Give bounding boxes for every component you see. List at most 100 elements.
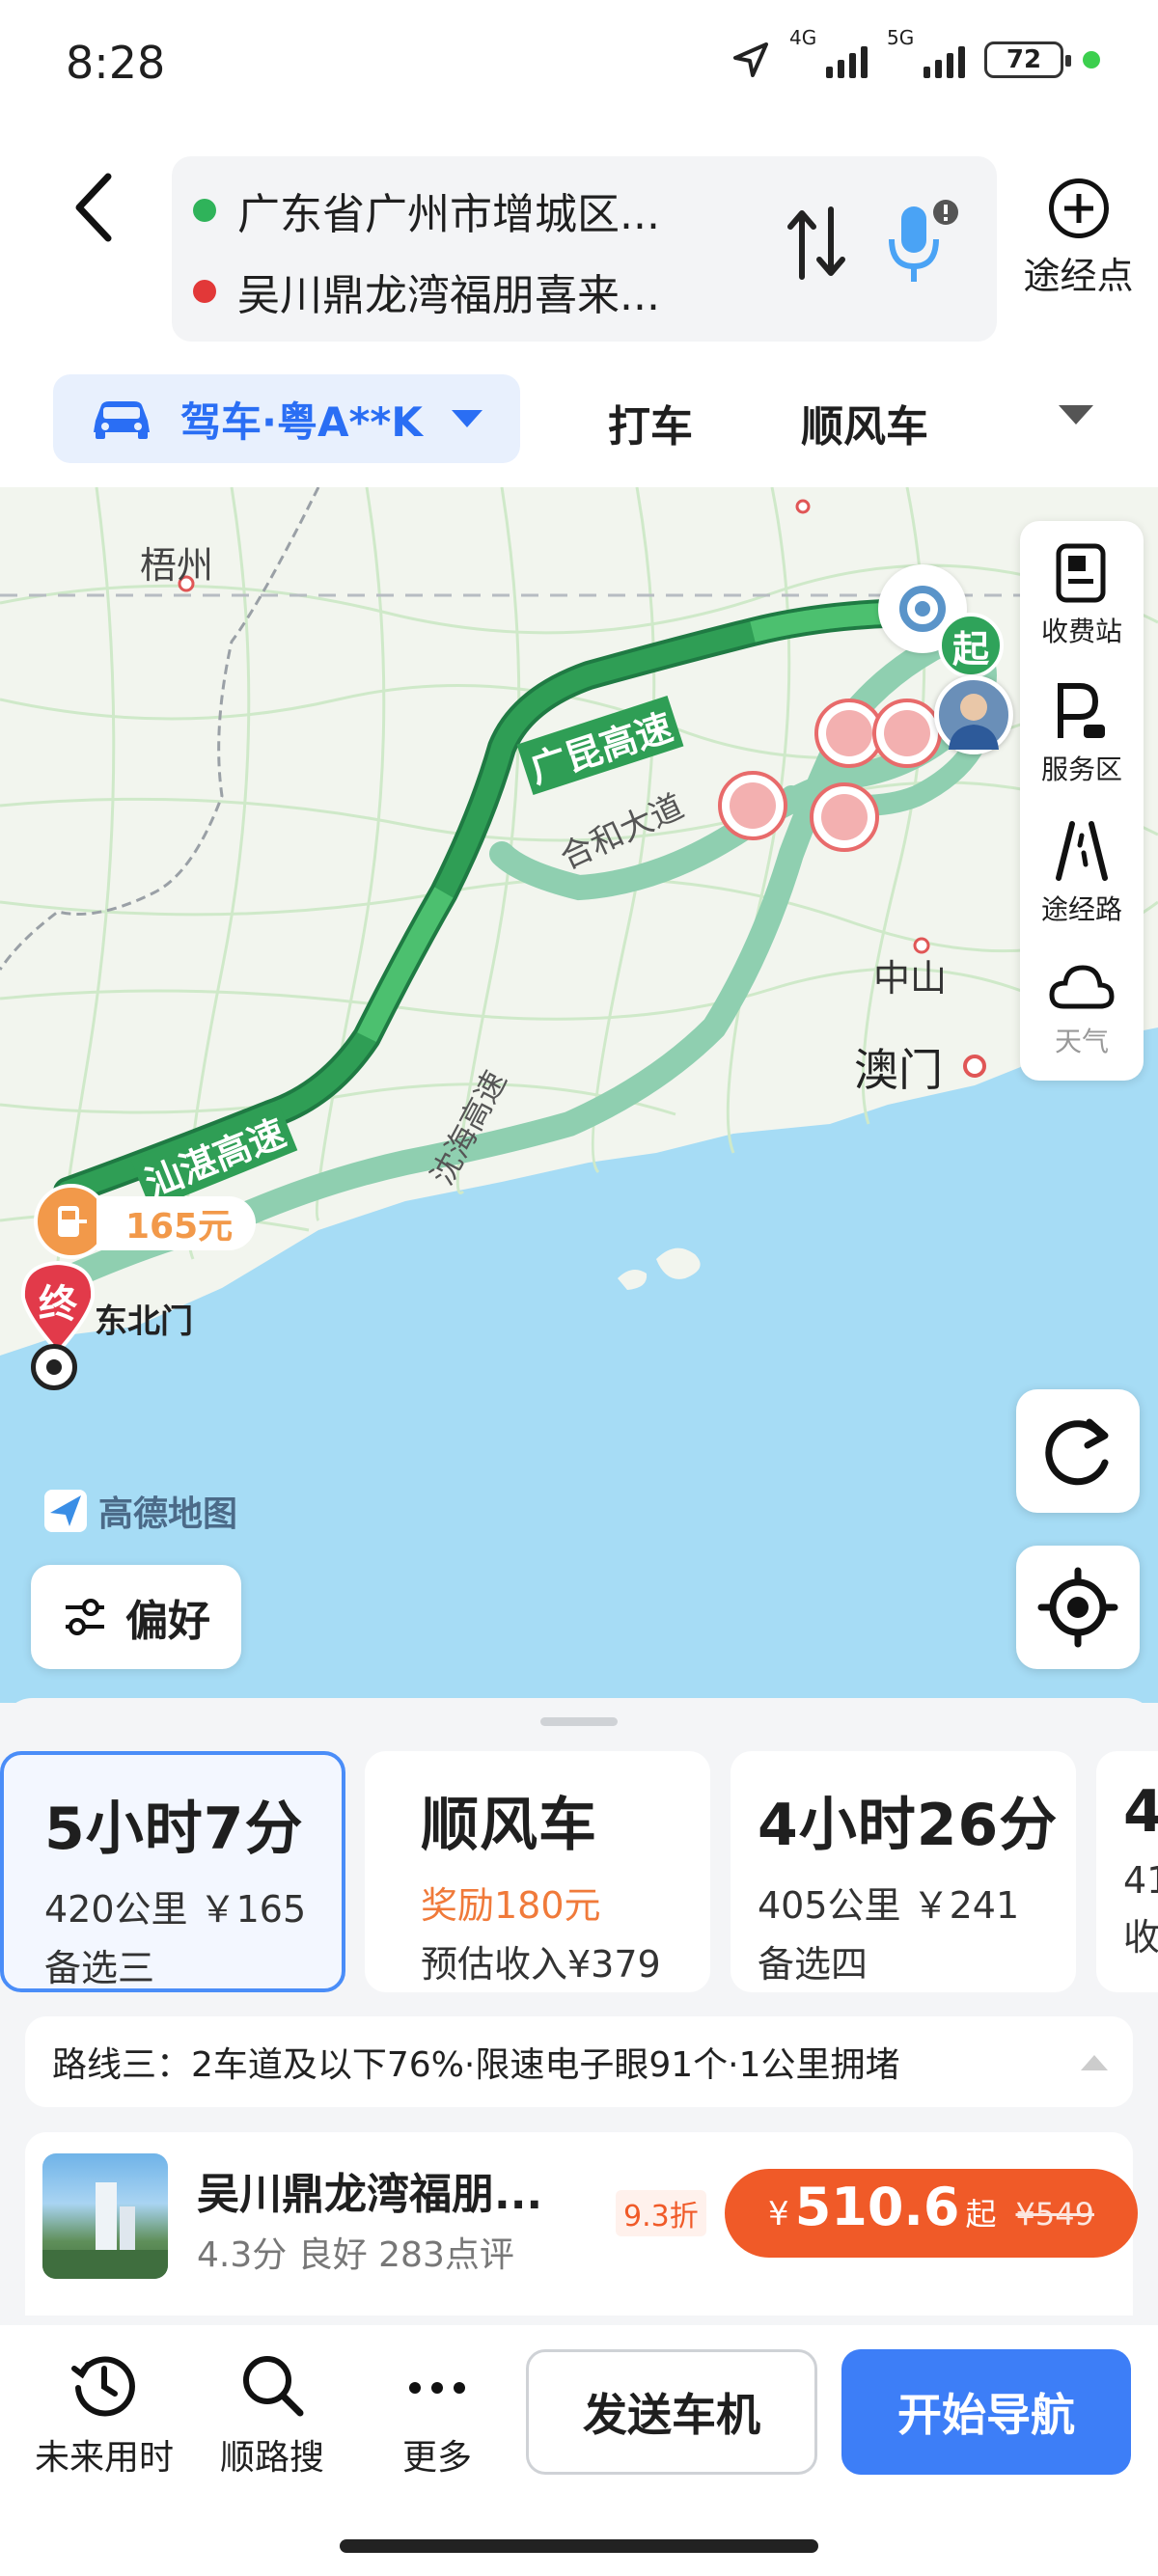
preference-label: 偏好 <box>125 1597 210 1646</box>
tool-toll-stations[interactable]: 收费站 <box>1020 542 1144 649</box>
toll-price-tag: 165元 <box>96 1196 257 1250</box>
end-marker-label: 终 <box>39 1282 77 1327</box>
label-wuzhou: 梧州 <box>140 544 214 587</box>
signal-4g-icon: 4G <box>789 26 868 78</box>
hotel-original-price: ¥549 <box>1015 2196 1094 2233</box>
tool-weather[interactable]: 天气 <box>1020 960 1144 1059</box>
tool-via-roads[interactable]: 途经路 <box>1020 820 1144 927</box>
send-to-car-button[interactable]: 发送车机 <box>526 2349 817 2475</box>
privacy-dot <box>1083 51 1100 69</box>
more-modes-chevron-icon[interactable] <box>1057 403 1095 426</box>
route-name: 备选三 <box>44 1947 155 1989</box>
net1-label: 4G <box>789 26 817 49</box>
tool-label-service: 服务区 <box>1040 754 1122 785</box>
start-navigation-button[interactable]: 开始导航 <box>841 2349 1131 2475</box>
route-info-text: 路线三：2车道及以下76%·限速电子眼91个·1公里拥堵 <box>52 2045 900 2085</box>
refresh-icon <box>1045 1418 1109 1486</box>
tab-drive[interactable]: 驾车·粤A**K <box>53 374 520 463</box>
route-map[interactable]: 梧州 中山 澳门 东北门 广昆高速 合和大道 沈海高速 汕湛高速 起 165元 … <box>0 487 1158 1703</box>
cloud-icon <box>1049 965 1115 1009</box>
along-search-button[interactable]: 顺路搜 <box>190 2349 354 2480</box>
destination-text[interactable]: 吴川鼎龙湾福朋喜来... <box>237 260 660 322</box>
chevron-up-icon <box>1081 2055 1108 2070</box>
chevron-down-icon <box>451 410 482 427</box>
destination-row[interactable]: 吴川鼎龙湾福朋喜来... <box>193 260 660 322</box>
start-marker: 起 <box>938 613 1004 678</box>
future-time-button[interactable]: 未来用时 <box>22 2349 186 2480</box>
origin-dot-icon <box>193 199 216 222</box>
label-macau: 澳门 <box>854 1044 943 1096</box>
hotel-rating: 4.3分 良好 283点评 <box>197 2235 514 2275</box>
net2-label: 5G <box>887 26 915 49</box>
route-card-4[interactable]: 4小时26分 405公里 ￥241 备选四 <box>731 1751 1076 1992</box>
swap-icon[interactable] <box>783 200 850 287</box>
hotel-promo-card[interactable]: 吴川鼎龙湾福朋... 4.3分 良好 283点评 9.3折 ¥ 510.6 起 … <box>25 2132 1138 2316</box>
add-waypoint-button[interactable]: 途经点 <box>1018 178 1139 299</box>
price-currency: ¥ <box>768 2195 789 2233</box>
refresh-button[interactable] <box>1016 1389 1140 1513</box>
tool-label-weather: 天气 <box>1054 1026 1109 1057</box>
tool-service-areas[interactable]: 服务区 <box>1020 680 1144 787</box>
destination-point-icon <box>31 1344 77 1390</box>
battery-level: 72 <box>1006 45 1042 74</box>
route-input-box: 广东省广州市增城区... 吴川鼎龙湾福朋喜来... <box>172 156 997 342</box>
service-area-icon <box>1058 683 1105 738</box>
tool-label-via: 途经路 <box>1040 893 1122 925</box>
battery-icon: 72 <box>984 41 1071 78</box>
more-button[interactable]: 更多 <box>355 2349 519 2480</box>
map-tools-panel: 收费站 服务区 途经路 天气 <box>1020 521 1144 1081</box>
add-circle-icon <box>1048 178 1109 238</box>
route-detail: 405公里 ￥241 <box>758 1884 1020 1927</box>
amap-logo-icon <box>44 1490 87 1532</box>
carpool-income: 预估收入¥379 <box>421 1943 661 1986</box>
origin-text[interactable]: 广东省广州市增城区... <box>237 179 660 241</box>
route-info-bar[interactable]: 路线三：2车道及以下76%·限速电子眼91个·1公里拥堵 <box>25 2016 1133 2107</box>
sheet-handle[interactable] <box>540 1717 618 1726</box>
route-time: 4小时26分 <box>758 1792 1059 1859</box>
more-label: 更多 <box>401 2438 472 2478</box>
bottom-action-bar: 未来用时 顺路搜 更多 发送车机 开始导航 <box>0 2325 1158 2576</box>
avatar-person-icon <box>949 694 999 750</box>
hotel-price-button[interactable]: ¥ 510.6 起 ¥549 <box>725 2169 1138 2258</box>
along-search-label: 顺路搜 <box>219 2438 324 2478</box>
end-marker: 终 <box>17 1259 98 1356</box>
via-road-icon <box>1056 821 1108 881</box>
locate-button[interactable] <box>1016 1546 1140 1669</box>
future-time-label: 未来用时 <box>34 2438 174 2478</box>
hotel-thumbnail <box>42 2153 168 2279</box>
home-indicator[interactable] <box>340 2539 818 2553</box>
back-arrow-icon[interactable] <box>66 169 124 246</box>
more-dots-icon <box>409 2382 465 2394</box>
watermark-text: 高德地图 <box>98 1494 238 1534</box>
preference-button[interactable]: 偏好 <box>31 1565 241 1669</box>
signal-5g-icon: 5G <box>887 26 965 78</box>
search-icon <box>243 2356 304 2417</box>
toll-station-icon <box>1056 543 1106 603</box>
tab-carpool[interactable]: 顺风车 <box>801 392 928 453</box>
status-icons: 4G 5G 72 <box>731 26 1100 79</box>
label-zhongshan: 中山 <box>873 957 948 1000</box>
tab-taxi[interactable]: 打车 <box>608 392 693 453</box>
swirl-icon <box>899 586 946 632</box>
destination-dot-icon <box>193 280 216 303</box>
route-card-next[interactable]: 4 41 收 <box>1096 1751 1158 1992</box>
carpool-reward: 奖励180元 <box>421 1884 601 1927</box>
origin-row[interactable]: 广东省广州市增城区... <box>193 179 660 241</box>
carpool-title: 顺风车 <box>421 1792 597 1859</box>
route-sheet: 5小时7分 420公里 ￥165 备选三 顺风车 奖励180元 预估收入¥379… <box>0 1698 1158 2316</box>
hotel-discount-badge: 9.3折 <box>616 2190 706 2236</box>
tool-label-toll: 收费站 <box>1040 616 1122 647</box>
route-name: 收 <box>1123 1916 1158 1959</box>
drive-tab-label: 驾车·粤A**K <box>180 397 423 446</box>
locate-icon <box>1037 1567 1118 1648</box>
sliders-icon <box>66 1599 104 1635</box>
route-time: 5小时7分 <box>44 1795 304 1863</box>
voice-mic-icon[interactable] <box>884 195 961 291</box>
carpool-card[interactable]: 顺风车 奖励180元 预估收入¥379 <box>365 1751 710 1992</box>
route-detail: 420公里 ￥165 <box>44 1888 307 1931</box>
route-card-3[interactable]: 5小时7分 420公里 ￥165 备选三 <box>0 1751 345 1992</box>
user-avatar[interactable] <box>934 675 1013 754</box>
route-time: 4 <box>1123 1778 1158 1846</box>
hotel-price: 510.6 <box>794 2177 960 2237</box>
status-time: 8:28 <box>66 37 166 89</box>
